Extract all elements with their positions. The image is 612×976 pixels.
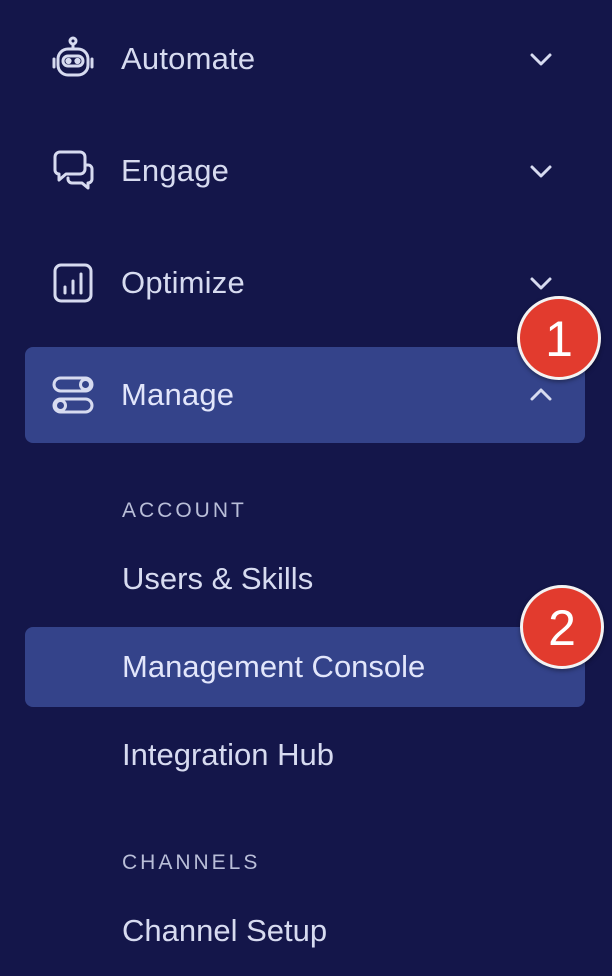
sub-item-users-skills[interactable]: Users & Skills [25,539,585,619]
nav-label-engage: Engage [121,153,230,188]
nav-item-engage[interactable]: Engage [25,123,585,219]
nav-item-manage[interactable]: Manage [25,347,585,443]
section-header-channels: CHANNELS [122,851,261,874]
step-marker-number: 1 [545,311,573,367]
toggles-icon [49,371,97,419]
chevron-down-icon [525,155,557,187]
sub-item-label: Management Console [122,649,426,684]
step-marker-2: 2 [520,585,604,669]
nav-label-manage: Manage [121,377,235,412]
nav-item-optimize[interactable]: Optimize [25,235,585,331]
sub-item-channel-setup[interactable]: Channel Setup [25,891,585,971]
sub-item-label: Users & Skills [122,561,314,596]
sub-item-management-console[interactable]: Management Console [25,627,585,707]
chat-bubbles-icon [49,147,97,195]
step-marker-1: 1 [517,296,601,380]
chevron-down-icon [525,43,557,75]
chevron-down-icon [525,267,557,299]
sub-item-label: Channel Setup [122,913,328,948]
sidebar-nav: Automate Engage Optimize Manage ACCOUNT … [0,0,612,976]
sub-item-integration-hub[interactable]: Integration Hub [25,715,585,795]
nav-label-automate: Automate [121,41,256,76]
nav-label-optimize: Optimize [121,265,245,300]
step-marker-number: 2 [548,600,576,656]
nav-item-automate[interactable]: Automate [25,11,585,107]
bar-chart-icon [49,259,97,307]
chevron-up-icon [525,379,557,411]
sub-item-label: Integration Hub [122,737,334,772]
section-header-account: ACCOUNT [122,499,247,522]
robot-icon [49,35,97,83]
